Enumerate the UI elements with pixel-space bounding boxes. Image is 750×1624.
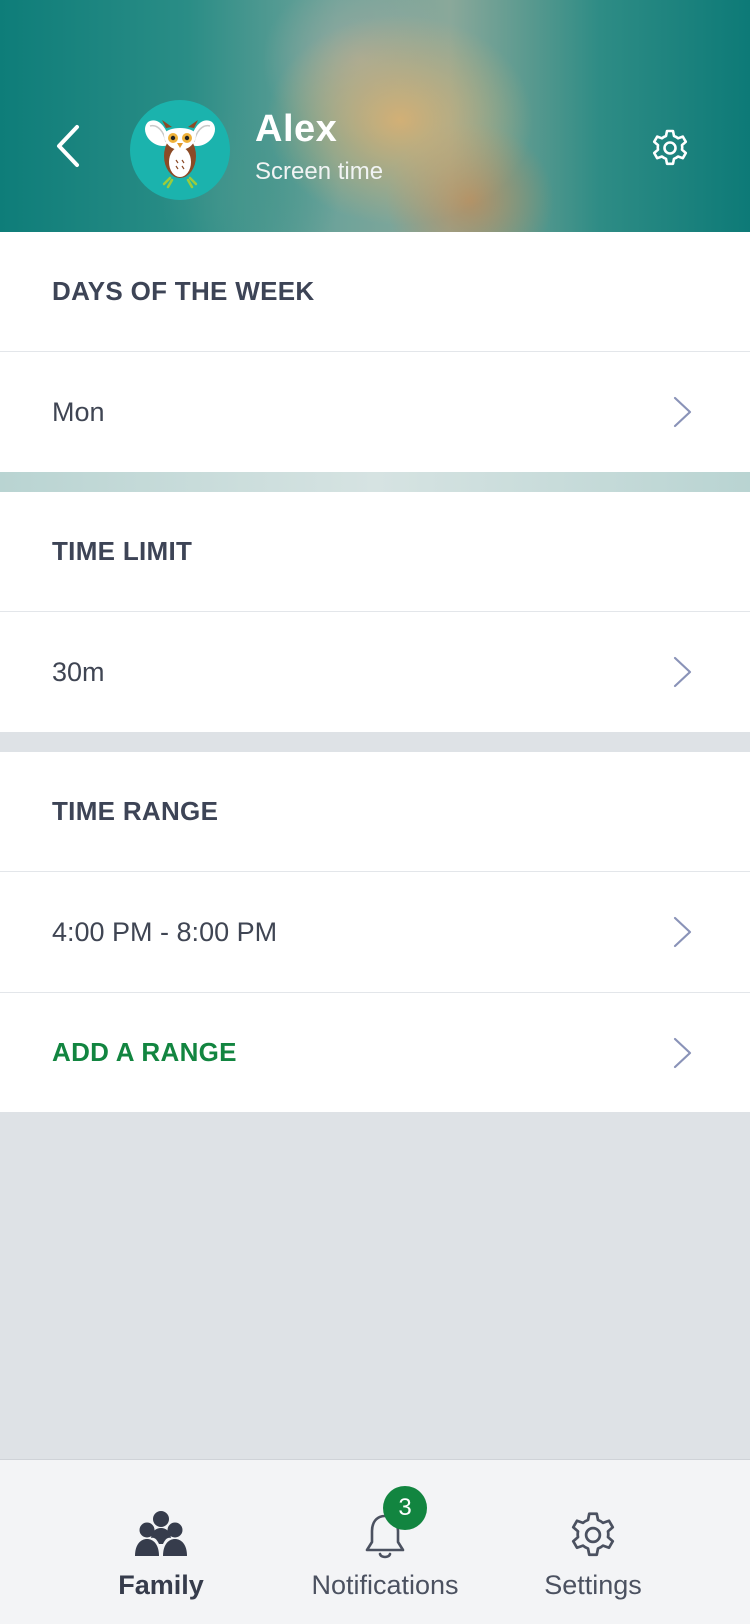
settings-icon-wrap	[565, 1510, 621, 1562]
time-limit-title: TIME LIMIT	[0, 492, 750, 612]
chevron-right-icon	[673, 656, 692, 688]
chevron-right-icon	[673, 916, 692, 948]
gear-icon	[571, 1512, 615, 1557]
days-row[interactable]: Mon	[0, 352, 750, 472]
bottom-nav: Family 3 Notifications Settings	[0, 1459, 750, 1624]
nav-settings[interactable]: Settings	[528, 1460, 658, 1624]
nav-settings-label: Settings	[544, 1570, 642, 1600]
profile-name: Alex	[255, 108, 338, 150]
back-button[interactable]	[48, 118, 88, 174]
time-range-value: 4:00 PM - 8:00 PM	[52, 916, 278, 947]
section-divider	[0, 472, 750, 492]
nav-family[interactable]: Family	[96, 1460, 226, 1624]
time-range-title: TIME RANGE	[0, 752, 750, 872]
time-range-row[interactable]: 4:00 PM - 8:00 PM	[0, 872, 750, 992]
days-section: DAYS OF THE WEEK Mon	[0, 232, 750, 472]
profile-subtitle: Screen time	[255, 158, 384, 185]
bell-icon-wrap: 3	[357, 1486, 427, 1562]
time-limit-value: 30m	[52, 656, 105, 687]
add-range-button[interactable]: ADD A RANGE	[0, 992, 750, 1112]
profile-header: Alex Screen time	[0, 0, 750, 232]
profile-settings-button[interactable]	[646, 124, 694, 172]
gear-icon	[652, 129, 688, 166]
nav-family-label: Family	[118, 1570, 204, 1600]
time-range-section: TIME RANGE 4:00 PM - 8:00 PM ADD A RANGE	[0, 752, 750, 1112]
chevron-right-icon	[673, 1037, 692, 1068]
chevron-left-icon	[57, 125, 79, 167]
time-limit-row[interactable]: 30m	[0, 612, 750, 732]
days-value: Mon	[52, 396, 105, 427]
section-divider	[0, 732, 750, 752]
notification-badge: 3	[383, 1486, 427, 1530]
time-limit-section: TIME LIMIT 30m	[0, 492, 750, 732]
nav-notifications[interactable]: 3 Notifications	[300, 1460, 470, 1624]
family-icon	[135, 1511, 187, 1556]
days-section-title: DAYS OF THE WEEK	[0, 232, 750, 352]
add-range-label: ADD A RANGE	[52, 1037, 237, 1067]
avatar[interactable]	[130, 100, 230, 200]
family-icon-wrap	[133, 1510, 189, 1562]
chevron-right-icon	[673, 396, 692, 428]
nav-notifications-label: Notifications	[311, 1570, 459, 1600]
owl-avatar-icon	[145, 120, 215, 189]
